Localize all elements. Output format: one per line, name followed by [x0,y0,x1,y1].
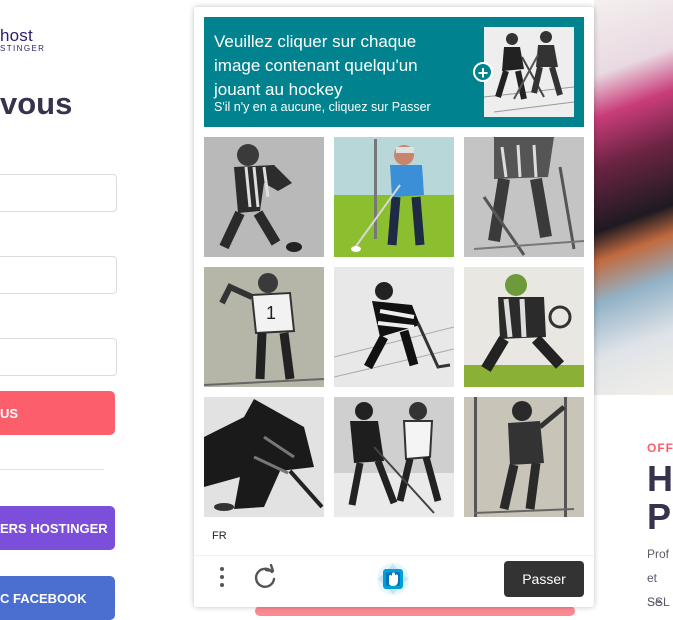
page-heading: vous [0,86,73,121]
logo-text: host [0,26,33,45]
promo-text-1: Prof [647,547,670,561]
image-tile[interactable] [204,137,324,257]
svg-text:1: 1 [266,303,276,323]
image-tile[interactable] [334,267,454,387]
promo-footer-bar [255,606,575,616]
facebook-login-button[interactable]: C FACEBOOK [0,576,115,620]
hostinger-login-button[interactable]: ERS HOSTINGER [0,506,115,550]
submit-button[interactable]: US [0,391,115,435]
challenge-prompt: Veuillez cliquer sur chaque image conten… [204,17,584,127]
image-tile[interactable] [464,137,584,257]
captcha-challenge: Veuillez cliquer sur chaque image conten… [194,7,594,607]
example-image[interactable] [484,27,574,117]
image-tile[interactable] [204,397,324,517]
image-tile[interactable] [334,137,454,257]
skip-button[interactable]: Passer [504,561,584,597]
prompt-title: Veuillez cliquer sur chaque image conten… [214,32,418,99]
promo-heading-2: Pl [647,496,673,537]
hostinger-logo: host STINGER [0,26,45,53]
footer-divider [194,555,594,556]
logo-subtext: STINGER [0,44,46,53]
confirm-field[interactable] [0,338,117,376]
background-login-page: host STINGER vous US ERS HOSTINGER C FAC… [0,0,200,620]
image-tile[interactable] [464,397,584,517]
email-field[interactable] [0,174,117,212]
prompt-subtitle: S'il n'y en a aucune, cliquez sur Passer [214,100,431,114]
promo-image [594,0,673,395]
image-tile[interactable] [334,397,454,517]
refresh-icon[interactable] [252,563,278,590]
menu-dots-icon[interactable] [214,564,230,590]
promo-tag: OFF [647,441,673,455]
plus-icon[interactable]: + [473,62,493,83]
promo-text-3: SSL [647,595,670,609]
hcaptcha-logo-icon[interactable] [376,562,410,596]
password-field[interactable] [0,256,117,294]
language-selector[interactable]: FR [212,530,227,542]
divider [0,469,104,470]
image-tile[interactable]: 1 [204,267,324,387]
promo-heading-1: H [647,458,673,499]
image-tile[interactable] [464,267,584,387]
